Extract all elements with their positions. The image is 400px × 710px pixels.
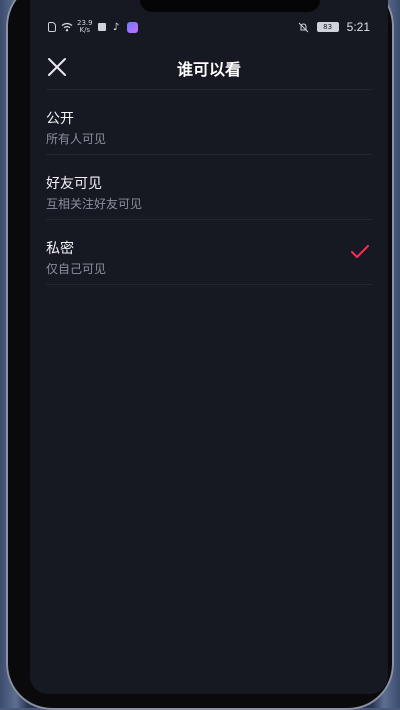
status-bar: 23.9 K/s ♪ 83 5:21 [30, 18, 388, 38]
clock: 5:21 [346, 20, 370, 34]
visibility-options: 公开 所有人可见 好友可见 互相关注好友可见 私密 仅自己可见 [30, 90, 388, 285]
tiktok-icon: ♪ [112, 21, 120, 33]
header: 谁可以看 [30, 46, 388, 88]
app-icon [126, 21, 138, 33]
page-title: 谁可以看 [176, 60, 241, 79]
option-label: 公开 [46, 111, 74, 127]
phone-frame: 23.9 K/s ♪ 83 5:21 谁可以看 公开 所有人可见 好友可见 互相… [6, 0, 394, 710]
option-description: 仅自己可见 [46, 262, 107, 276]
option-label: 好友可见 [46, 176, 102, 192]
status-left: 23.9 K/s ♪ [48, 20, 138, 34]
option-public[interactable]: 公开 所有人可见 [30, 90, 388, 155]
option-friends[interactable]: 好友可见 互相关注好友可见 [30, 155, 388, 220]
option-private[interactable]: 私密 仅自己可见 [30, 220, 388, 285]
option-description: 互相关注好友可见 [46, 197, 143, 211]
camera-notch [140, 0, 320, 12]
screen: 23.9 K/s ♪ 83 5:21 谁可以看 公开 所有人可见 好友可见 互相… [30, 0, 388, 694]
wifi-icon [61, 22, 73, 33]
checkmark-icon [350, 244, 370, 264]
status-right: 83 5:21 [298, 20, 370, 34]
speed-unit: K/s [79, 26, 91, 34]
notification-square-icon [97, 23, 106, 31]
network-speed: 23.9 K/s [77, 20, 93, 34]
sim-icon [48, 22, 56, 32]
option-description: 所有人可见 [46, 132, 107, 146]
battery-icon: 83 [316, 22, 339, 32]
option-label: 私密 [46, 241, 74, 257]
row-divider [46, 284, 372, 285]
bell-muted-icon [298, 22, 309, 33]
